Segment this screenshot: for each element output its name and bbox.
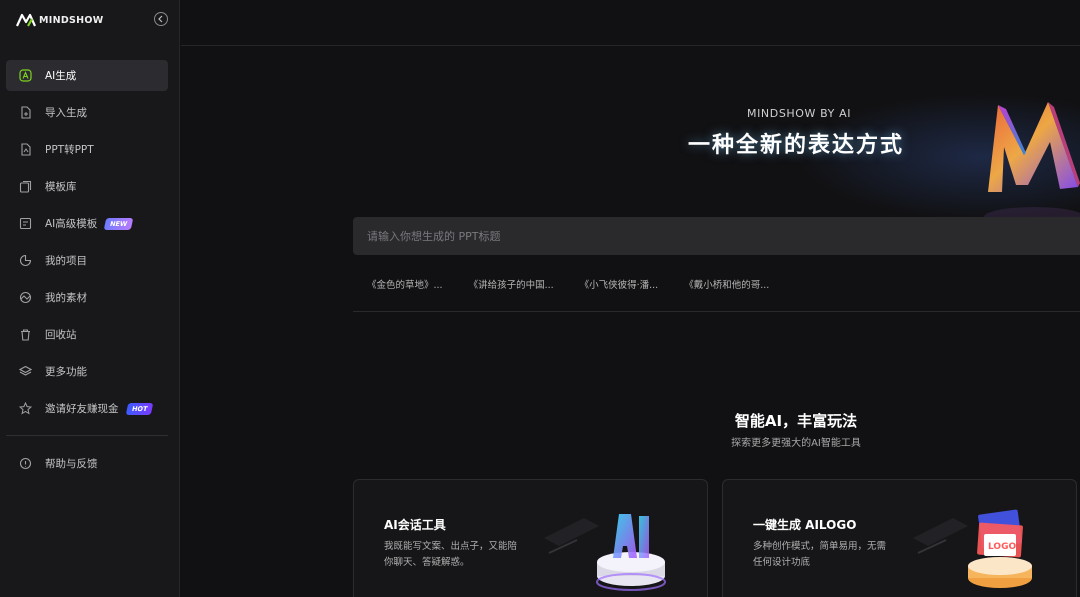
- sidebar-item-trash[interactable]: 回收站: [6, 319, 168, 350]
- sidebar-item-label: 我的素材: [45, 292, 87, 304]
- asset-icon: [19, 291, 32, 304]
- advanced-template-icon: [19, 217, 32, 230]
- sidebar-item-label: PPT转PPT: [45, 144, 94, 156]
- new-badge: NEW: [104, 217, 134, 230]
- convert-icon: [19, 143, 32, 156]
- sidebar-item-import[interactable]: 导入生成: [6, 97, 168, 128]
- sidebar-item-label: 邀请好友赚现金: [45, 403, 119, 415]
- suggestion-item[interactable]: 《讲给孩子的中国...: [469, 277, 554, 291]
- ppt-title-search-bar[interactable]: [353, 217, 1080, 255]
- sidebar-item-label: AI生成: [45, 70, 77, 82]
- sidebar-item-ppt-convert[interactable]: PPT转PPT: [6, 134, 168, 165]
- sidebar: MINDSHOW AI生成 导入生成 PPT转PPT 模板库 AI高级模板 NE…: [0, 0, 180, 597]
- suggestion-list: 《金色的草地》... 《讲给孩子的中国... 《小飞侠彼得·潘... 《戴小桥和…: [367, 277, 795, 291]
- sidebar-nav: AI生成 导入生成 PPT转PPT 模板库 AI高级模板 NEW 我的项目 我的…: [6, 60, 168, 430]
- hero-title: 一种全新的表达方式: [688, 133, 905, 158]
- sidebar-item-label: 帮助与反馈: [45, 458, 98, 470]
- sidebar-item-invite[interactable]: 邀请好友赚现金 HOT: [6, 393, 168, 424]
- sidebar-item-label: AI高级模板: [45, 218, 98, 230]
- import-file-icon: [19, 106, 32, 119]
- sidebar-divider: [6, 435, 168, 436]
- sidebar-item-label: 导入生成: [45, 107, 87, 119]
- section-subtitle: 探索更多更强大的AI智能工具: [731, 438, 861, 449]
- chevron-left-icon: [158, 15, 163, 23]
- sidebar-item-help[interactable]: 帮助与反馈: [6, 448, 168, 479]
- sidebar-item-label: 模板库: [45, 181, 77, 193]
- sidebar-item-label: 我的项目: [45, 255, 87, 267]
- sidebar-item-advanced-templates[interactable]: AI高级模板 NEW: [6, 208, 168, 239]
- sidebar-item-my-projects[interactable]: 我的项目: [6, 245, 168, 276]
- card-description: 我既能写文案、出点子，又能陪你聊天、答疑解惑。: [384, 541, 518, 568]
- hot-badge: HOT: [125, 402, 154, 415]
- logo[interactable]: MINDSHOW: [16, 12, 168, 28]
- top-bar: [181, 0, 1080, 46]
- suggestion-divider: [353, 311, 1080, 312]
- svg-text:LOGO: LOGO: [988, 542, 1016, 552]
- sidebar-item-ai-generate[interactable]: AI生成: [6, 60, 168, 91]
- section-title: 智能AI，丰富玩法: [734, 412, 858, 430]
- ai-logo-card[interactable]: 一键生成 AILOGO 多种创作模式，简单易用，无需任何设计功底 LOGO: [722, 479, 1077, 597]
- sidebar-item-my-assets[interactable]: 我的素材: [6, 282, 168, 313]
- suggestion-item[interactable]: 《戴小桥和他的哥...: [684, 277, 769, 291]
- sidebar-item-label: 更多功能: [45, 366, 87, 378]
- sidebar-item-label: 回收站: [45, 329, 77, 341]
- card-description: 多种创作模式，简单易用，无需任何设计功底: [753, 541, 887, 568]
- ppt-title-input[interactable]: [367, 229, 1080, 243]
- brand-name: MINDSHOW: [39, 14, 104, 26]
- suggestion-item[interactable]: 《金色的草地》...: [367, 277, 443, 291]
- hero-m-logo-illustration: [984, 102, 1080, 217]
- star-icon: [19, 402, 32, 415]
- help-icon: [19, 457, 32, 470]
- suggestion-item[interactable]: 《小飞侠彼得·潘...: [580, 277, 659, 291]
- ai-chat-illustration: [544, 514, 666, 591]
- hero-banner: MINDSHOW BY AI 一种全新的表达方式: [181, 47, 1080, 217]
- hero-subtitle: MINDSHOW BY AI: [747, 107, 852, 120]
- sidebar-item-more-features[interactable]: 更多功能: [6, 356, 168, 387]
- project-icon: [19, 254, 32, 267]
- layers-icon: [19, 365, 32, 378]
- collapse-sidebar-button[interactable]: [154, 12, 168, 26]
- mindshow-logo-icon: [16, 13, 36, 27]
- sidebar-item-templates[interactable]: 模板库: [6, 171, 168, 202]
- card-title: 一键生成 AILOGO: [753, 518, 857, 532]
- sidebar-help: 帮助与反馈: [6, 448, 168, 485]
- card-title: AI会话工具: [384, 518, 446, 532]
- ai-chat-tool-card[interactable]: AI会话工具 我既能写文案、出点子，又能陪你聊天、答疑解惑。: [353, 479, 708, 597]
- ai-logo-illustration: LOGO: [913, 509, 1032, 588]
- template-icon: [19, 180, 32, 193]
- trash-icon: [19, 328, 32, 341]
- ai-icon: [19, 69, 32, 82]
